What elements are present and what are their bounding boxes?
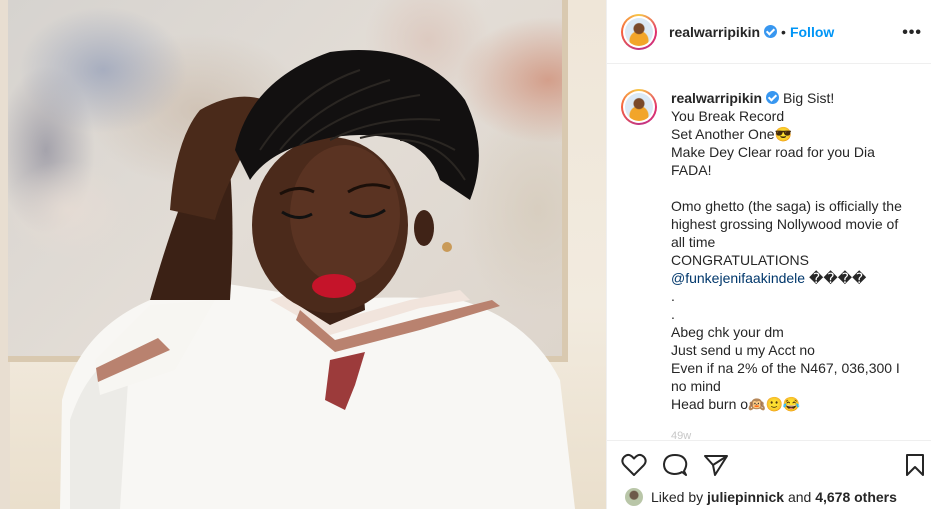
bookmark-icon[interactable] bbox=[904, 453, 926, 477]
caption-line: Head burn o🙉🙂😂 bbox=[671, 396, 801, 412]
verified-badge-icon bbox=[766, 91, 780, 104]
caption-line: Make Dey Clear road for you Dia FADA! bbox=[671, 144, 879, 178]
author-avatar[interactable] bbox=[621, 13, 657, 50]
likes-count[interactable]: 4,678 others bbox=[815, 489, 897, 505]
verified-badge-icon bbox=[764, 25, 778, 38]
post-header: realwarripikin • Follow ••• bbox=[607, 0, 931, 64]
caption-line: Big Sist! bbox=[782, 90, 835, 106]
caption-line: . bbox=[671, 306, 675, 322]
comment-icon[interactable] bbox=[662, 453, 688, 477]
likes-prefix: Liked by bbox=[651, 488, 704, 505]
more-options-icon[interactable]: ••• bbox=[902, 24, 922, 42]
caption-avatar[interactable] bbox=[621, 89, 657, 125]
caption-area: realwarripikin Big Sist! You Break Recor… bbox=[607, 65, 931, 440]
mention-link[interactable]: @funkejenifaakindele bbox=[671, 270, 805, 286]
avatar-image bbox=[625, 93, 653, 121]
caption-line: You Break Record bbox=[671, 108, 785, 124]
post-side-panel: realwarripikin • Follow ••• realwarripik… bbox=[606, 0, 931, 509]
caption-username[interactable]: realwarripikin bbox=[671, 90, 762, 106]
caption-line: Even if na 2% of the N467, 036,300 I no … bbox=[671, 360, 904, 394]
caption-line: Just send u my Acct no bbox=[671, 342, 815, 358]
separator-dot: • bbox=[781, 23, 786, 40]
caption-line bbox=[671, 179, 916, 197]
likes-middle: and bbox=[787, 488, 812, 505]
post-age: 49w bbox=[671, 430, 692, 440]
action-bar bbox=[607, 440, 931, 484]
caption-line: Omo ghetto (the saga) is officially the … bbox=[671, 198, 906, 250]
woman-figure bbox=[60, 50, 575, 509]
caption-line: . bbox=[671, 288, 675, 304]
caption-line: Abeg chk your dm bbox=[671, 324, 784, 340]
caption-line: CONGRATULATIONS bbox=[671, 252, 809, 268]
follow-button[interactable]: Follow bbox=[790, 24, 834, 40]
liker-username[interactable]: juliepinnick bbox=[707, 489, 784, 505]
heart-icon[interactable] bbox=[621, 453, 647, 477]
caption-text: realwarripikin Big Sist! You Break Recor… bbox=[671, 89, 916, 440]
caption-emoji: ���� bbox=[805, 270, 867, 286]
avatar-image bbox=[625, 17, 653, 46]
post-photo[interactable] bbox=[0, 0, 606, 509]
caption-line: Set Another One😎 bbox=[671, 126, 792, 142]
likes-summary: Liked by juliepinnick and 4,678 others bbox=[607, 484, 931, 509]
liker-avatar[interactable] bbox=[625, 487, 643, 506]
author-username[interactable]: realwarripikin bbox=[669, 24, 760, 40]
share-icon[interactable] bbox=[703, 453, 729, 477]
